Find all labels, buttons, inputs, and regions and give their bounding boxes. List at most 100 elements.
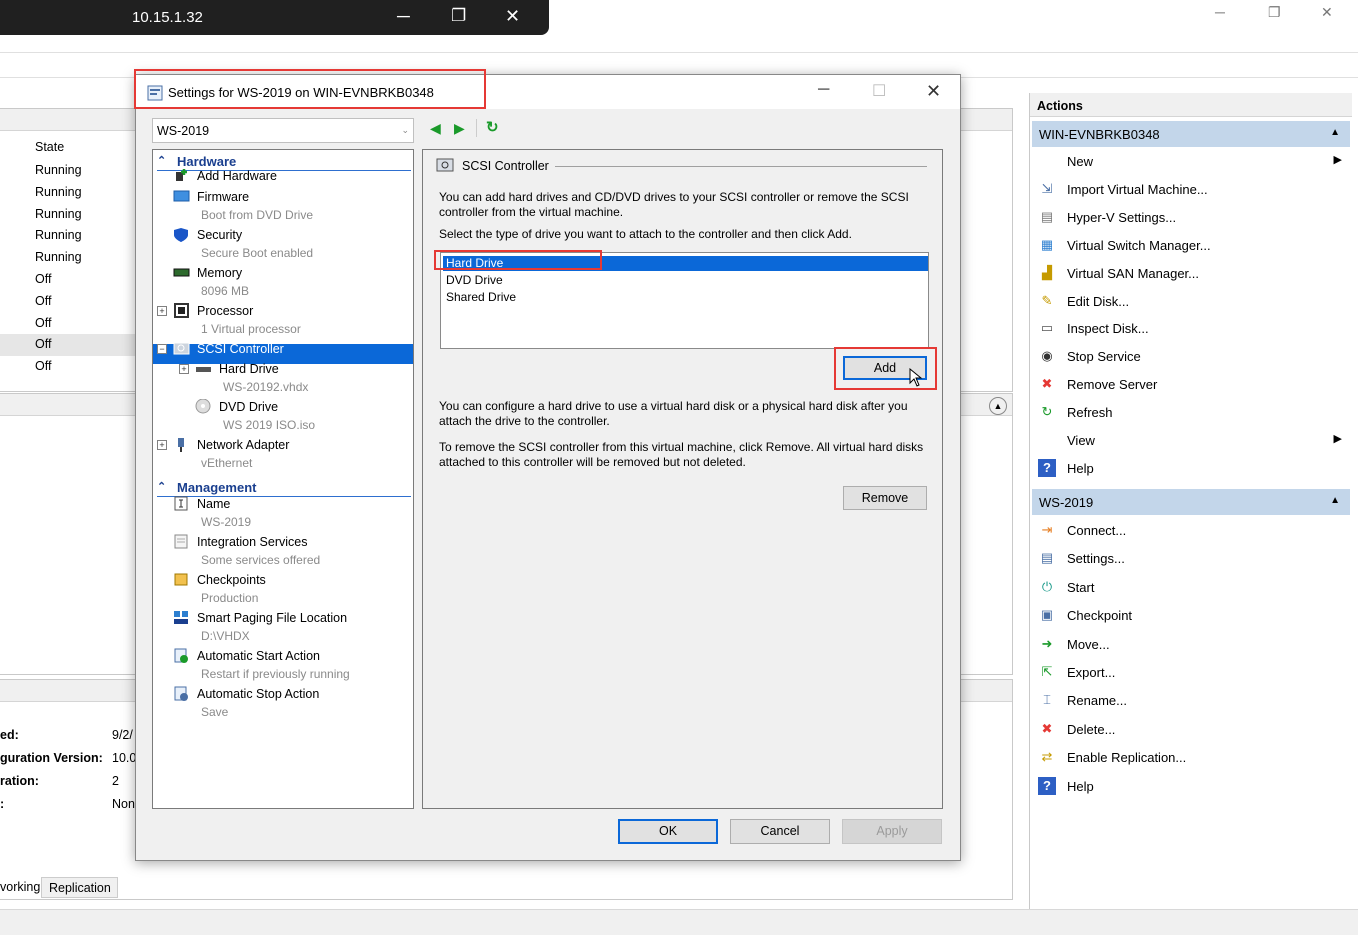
tree-item-label[interactable]: DVD Drive — [219, 400, 278, 414]
tree-item-label[interactable]: Firmware — [197, 190, 249, 204]
ok-button[interactable]: OK — [618, 819, 718, 844]
list-item-shared-drive[interactable]: Shared Drive — [446, 290, 516, 304]
tree-item-detail: Boot from DVD Drive — [201, 208, 314, 222]
details-value: Non — [112, 797, 135, 811]
settings-dialog: Settings for WS-2019 on WIN-EVNBRKB0348 … — [134, 69, 961, 861]
vm-state-cell[interactable]: Off — [35, 272, 51, 286]
intro-text: You can add hard drives and CD/DVD drive… — [439, 190, 909, 219]
tree-item-detail: Restart if previously running — [201, 667, 350, 681]
server-group-label: WIN-EVNBRKB0348 — [1039, 127, 1160, 142]
remote-minimize-button[interactable]: ─ — [397, 6, 410, 27]
server-actions-group[interactable]: WIN-EVNBRKB0348 ▲ — [1032, 121, 1350, 147]
tree-item-label[interactable]: Automatic Stop Action — [197, 687, 319, 701]
main-restore-button[interactable]: ❐ — [1268, 4, 1281, 21]
tree-item-label[interactable]: SCSI Controller — [197, 342, 284, 356]
collapse-icon[interactable]: ▲ — [989, 397, 1007, 415]
tree-item-label[interactable]: Integration Services — [197, 535, 307, 549]
tree-item-label[interactable]: Hard Drive — [219, 362, 279, 376]
details-label: ration: — [0, 774, 39, 788]
action-item[interactable]: ? Help — [1036, 775, 1346, 799]
action-item[interactable]: ▟ Virtual SAN Manager... — [1036, 262, 1346, 286]
help-icon: ? — [1038, 776, 1056, 795]
vm-state-cell[interactable]: Running — [35, 163, 82, 177]
action-item[interactable]: ◉ Stop Service — [1036, 345, 1346, 369]
tree-item-label[interactable]: Memory — [197, 266, 242, 280]
vm-state-cell[interactable]: Off — [35, 359, 51, 373]
vm-actions-group[interactable]: WS-2019 ▲ — [1032, 489, 1350, 515]
action-item[interactable]: ➜ Move... — [1036, 633, 1346, 657]
tree-item-label[interactable]: Checkpoints — [197, 573, 266, 587]
refresh-icon[interactable]: ↻ — [486, 118, 499, 136]
vm-state-cell[interactable]: Running — [35, 185, 82, 199]
remote-restore-button[interactable]: ❐ — [451, 6, 466, 26]
tree-item-detail: D:\VHDX — [201, 629, 250, 643]
action-item[interactable]: ✖ Delete... — [1036, 718, 1346, 742]
cancel-button[interactable]: Cancel — [730, 819, 830, 844]
san-icon: ▟ — [1042, 264, 1052, 280]
tree-item-label[interactable]: Smart Paging File Location — [197, 611, 347, 625]
main-minimize-button[interactable]: ─ — [1215, 4, 1225, 20]
vm-group-label: WS-2019 — [1039, 495, 1094, 510]
tree-item-label[interactable]: Processor — [197, 304, 253, 318]
collapse-up-icon[interactable]: ▲ — [1330, 495, 1340, 506]
move-icon: ➜ — [1041, 635, 1053, 651]
action-item[interactable]: ⌶ Rename... — [1036, 689, 1346, 713]
hardware-section-header[interactable]: ⌃ Hardware — [157, 154, 411, 171]
previous-arrow-icon[interactable]: ◀ — [430, 120, 441, 137]
dialog-minimize-button[interactable]: ─ — [818, 81, 829, 99]
dialog-close-button[interactable]: ✕ — [926, 81, 941, 102]
collapse-up-icon[interactable]: ▲ — [1330, 127, 1340, 138]
next-arrow-icon[interactable]: ▶ — [454, 120, 465, 137]
state-column-header[interactable]: State — [35, 140, 64, 154]
action-item[interactable]: ▤ Settings... — [1036, 547, 1346, 571]
tree-item-label[interactable]: Security — [197, 228, 242, 242]
action-item[interactable]: ▦ Virtual Switch Manager... — [1036, 234, 1346, 258]
submenu-arrow-icon: ▶ — [1333, 154, 1342, 166]
action-item[interactable]: ▭ Inspect Disk... — [1036, 317, 1346, 341]
remove-button[interactable]: Remove — [843, 486, 927, 510]
vm-state-cell[interactable]: Running — [35, 207, 82, 221]
collapse-chevron-icon[interactable]: ⌃ — [157, 480, 166, 493]
action-item[interactable]: New ▶ — [1036, 150, 1346, 174]
collapse-chevron-icon[interactable]: ⌃ — [157, 154, 166, 167]
list-item-dvd-drive[interactable]: DVD Drive — [446, 273, 503, 287]
scsi-controller-icon — [436, 158, 454, 172]
details-value: 9/2/ — [112, 728, 133, 742]
action-label: Rename... — [1067, 693, 1127, 709]
action-item[interactable]: ⏻ Start — [1036, 576, 1346, 600]
main-close-button[interactable]: ✕ — [1321, 4, 1333, 21]
vm-state-cell[interactable]: Off — [35, 294, 51, 308]
expand-icon[interactable]: + — [157, 440, 167, 450]
vm-state-cell[interactable]: Running — [35, 250, 82, 264]
vm-state-cell[interactable]: Off — [35, 316, 51, 330]
action-item[interactable]: ? Help — [1036, 457, 1346, 481]
action-item[interactable]: ⇄ Enable Replication... — [1036, 746, 1346, 770]
vm-select[interactable]: WS-2019 ⌄ — [152, 118, 414, 143]
action-item[interactable]: ↻ Refresh — [1036, 401, 1346, 425]
expand-icon[interactable]: + — [157, 306, 167, 316]
management-section-header[interactable]: ⌃ Management — [157, 480, 411, 497]
action-item[interactable]: ⇲ Import Virtual Machine... — [1036, 178, 1346, 202]
action-item[interactable]: ▤ Hyper-V Settings... — [1036, 206, 1346, 230]
action-item[interactable]: ⇥ Connect... — [1036, 519, 1346, 543]
tree-item-label[interactable]: Add Hardware — [197, 169, 277, 183]
remote-close-button[interactable]: ✕ — [505, 6, 520, 27]
expand-icon[interactable]: + — [179, 364, 189, 374]
name-icon — [173, 496, 189, 511]
action-item[interactable]: ⇱ Export... — [1036, 661, 1346, 685]
action-item[interactable]: ✖ Remove Server — [1036, 373, 1346, 397]
vm-state-cell[interactable]: Off — [35, 337, 51, 351]
action-item[interactable]: ✎ Edit Disk... — [1036, 290, 1346, 314]
tree-item-detail: Secure Boot enabled — [201, 246, 314, 260]
tree-item-label[interactable]: Automatic Start Action — [197, 649, 320, 663]
configure-text: You can configure a hard drive to use a … — [439, 399, 908, 428]
tab-replication[interactable]: Replication — [41, 877, 118, 898]
collapse-icon[interactable]: − — [157, 344, 167, 354]
tree-item-label[interactable]: Name — [197, 497, 230, 511]
tree-item-label[interactable]: Network Adapter — [197, 438, 289, 452]
tab-networking[interactable]: vorking — [0, 880, 40, 894]
action-label: Start — [1067, 579, 1095, 595]
action-item[interactable]: View ▶ — [1036, 429, 1346, 453]
vm-state-cell[interactable]: Running — [35, 228, 82, 242]
action-item[interactable]: ▣ Checkpoint — [1036, 604, 1346, 628]
